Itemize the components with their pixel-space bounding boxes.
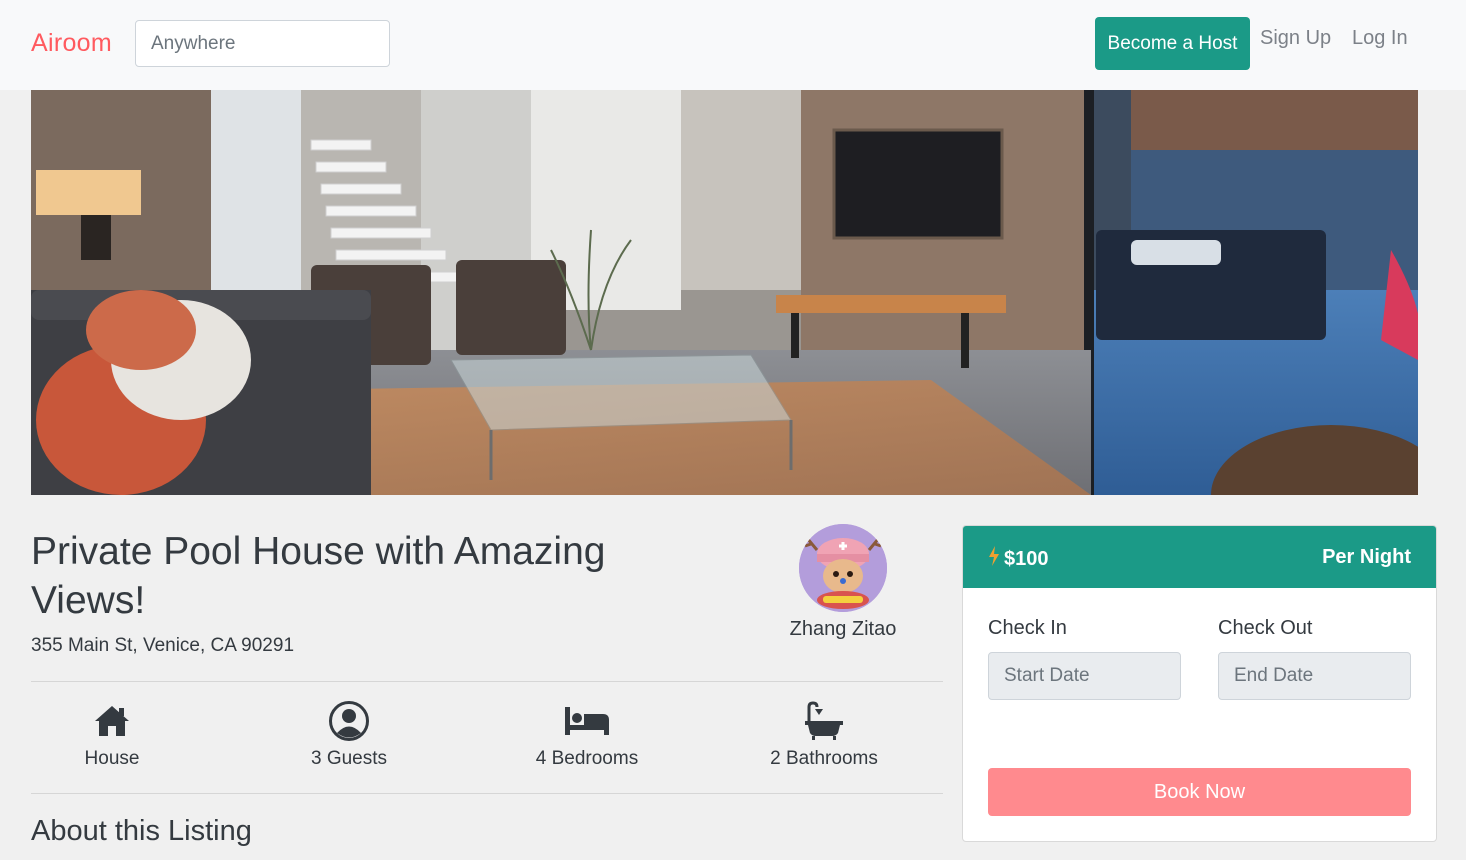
booking-card: $100 Per Night Check In Check Out Book N…	[962, 525, 1437, 842]
feature-bathrooms: 2 Bathrooms	[724, 700, 924, 770]
divider	[31, 793, 943, 794]
bed-icon	[487, 700, 687, 742]
feature-label: 4 Bedrooms	[535, 748, 639, 769]
feature-guests: 3 Guests	[249, 700, 449, 770]
search-input[interactable]	[135, 20, 390, 67]
home-icon	[12, 700, 212, 742]
feature-label: House	[84, 748, 140, 769]
log-in-link[interactable]: Log In	[1352, 27, 1408, 50]
booking-card-header: $100 Per Night	[963, 526, 1436, 588]
become-host-button[interactable]: Become a Host	[1095, 17, 1250, 70]
feature-property-type: House	[12, 700, 212, 770]
feature-bedrooms: 4 Bedrooms	[487, 700, 687, 770]
user-icon	[249, 700, 449, 742]
divider	[31, 681, 943, 682]
listing-address: 355 Main St, Venice, CA 90291	[31, 635, 295, 656]
sign-up-link[interactable]: Sign Up	[1260, 27, 1331, 50]
check-out-label: Check Out	[1218, 617, 1313, 639]
price-amount: $100	[1004, 547, 1049, 570]
check-in-label: Check In	[988, 617, 1067, 639]
listing-hero-image	[31, 90, 1418, 495]
bath-icon	[724, 700, 924, 742]
end-date-input[interactable]	[1218, 652, 1411, 700]
host-name: Zhang Zitao	[789, 618, 897, 640]
about-heading: About this Listing	[31, 815, 252, 847]
price-unit: Per Night	[1322, 546, 1411, 568]
feature-label: 3 Guests	[310, 748, 388, 769]
navbar: Airoom Become a Host Sign Up Log In	[0, 0, 1466, 90]
price: $100	[988, 546, 1049, 572]
start-date-input[interactable]	[988, 652, 1181, 700]
host-avatar[interactable]	[799, 524, 887, 612]
feature-label: 2 Bathrooms	[770, 748, 878, 769]
brand-logo[interactable]: Airoom	[31, 29, 112, 58]
host-profile[interactable]: Zhang Zitao	[780, 524, 906, 641]
book-now-button[interactable]: Book Now	[988, 768, 1411, 816]
bolt-icon	[988, 546, 1004, 572]
listing-title: Private Pool House with Amazing Views!	[31, 530, 606, 622]
